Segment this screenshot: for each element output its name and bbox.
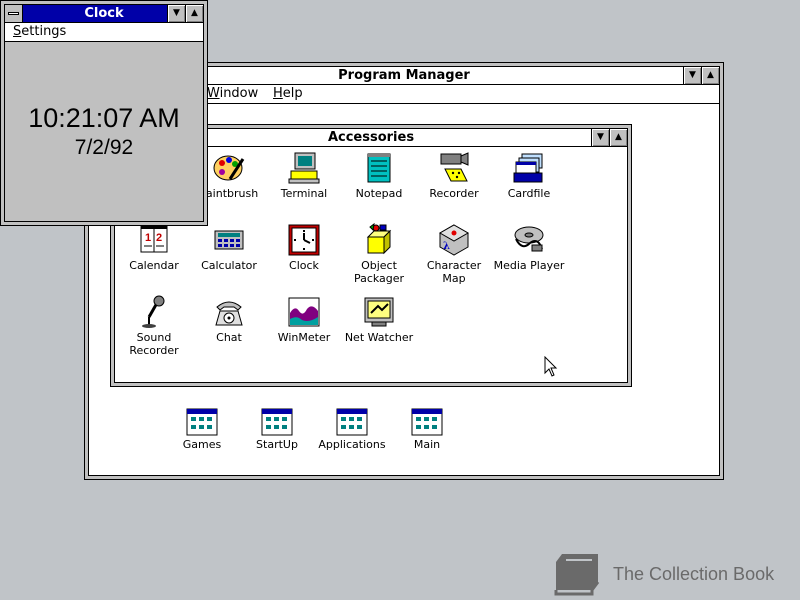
icon-label: WinMeter (277, 331, 331, 344)
icon-notepad[interactable]: Notepad (339, 151, 419, 200)
program-group-icon (411, 408, 443, 436)
icon-label: Character Map (426, 259, 482, 285)
icon-calculator[interactable]: Calculator (189, 223, 269, 272)
clock-menubar: Settings (5, 23, 203, 42)
group-applications[interactable]: Applications (312, 408, 392, 451)
character-map-icon: λ (438, 224, 470, 256)
icon-object-packager[interactable]: Object Packager (339, 223, 419, 285)
group-games[interactable]: Games (162, 408, 242, 451)
winmeter-icon (288, 297, 320, 327)
icon-label: Calculator (201, 259, 257, 272)
program-group-icon (336, 408, 368, 436)
acc-minimize-button[interactable]: ▼ (591, 129, 609, 146)
menu-window[interactable]: Window (207, 86, 258, 101)
clock-maximize-button[interactable]: ▲ (185, 5, 203, 22)
net-watcher-icon (364, 297, 394, 327)
icon-label: Object Packager (353, 259, 405, 285)
group-label: Games (182, 438, 222, 451)
icon-calendar[interactable]: 12 Calendar (114, 223, 194, 272)
icon-label: Net Watcher (344, 331, 414, 344)
clock-titlebar[interactable]: Clock ▼ ▲ (5, 5, 203, 23)
icon-recorder[interactable]: Recorder (414, 151, 494, 200)
icon-label: Notepad (355, 187, 403, 200)
icon-chat[interactable]: Chat (189, 295, 269, 344)
icon-winmeter[interactable]: WinMeter (264, 295, 344, 344)
pm-minimize-button[interactable]: ▼ (683, 67, 701, 84)
icon-label: Calendar (129, 259, 179, 272)
icon-label: Terminal (280, 187, 328, 200)
icon-label: Clock (289, 259, 319, 272)
svg-text:λ: λ (443, 241, 450, 252)
clock-display: 10:21:07 AM 7/2/92 (5, 42, 203, 221)
icon-label: Media Player (493, 259, 565, 272)
icon-character-map[interactable]: λ Character Map (414, 223, 494, 285)
pm-maximize-button[interactable]: ▲ (701, 67, 719, 84)
icon-label: Cardfile (507, 187, 551, 200)
notepad-icon (367, 153, 391, 183)
icon-net-watcher[interactable]: Net Watcher (339, 295, 419, 344)
icon-label: Chat (216, 331, 242, 344)
group-label: Main (413, 438, 441, 451)
calculator-icon (214, 230, 244, 250)
icon-label: Sound Recorder (129, 331, 179, 357)
icon-media-player[interactable]: Media Player (489, 223, 569, 272)
clock-time: 10:21:07 AM (28, 103, 180, 133)
svg-text:1: 1 (145, 232, 151, 244)
menu-help[interactable]: Help (273, 86, 303, 101)
book-icon (554, 554, 600, 596)
icon-label: Recorder (429, 187, 479, 200)
mouse-pointer-icon (544, 356, 558, 377)
recorder-icon (440, 152, 469, 182)
acc-maximize-button[interactable]: ▲ (609, 129, 627, 146)
program-group-icon (186, 408, 218, 436)
watermark: The Collection Book (548, 550, 798, 598)
clock-minimize-button[interactable]: ▼ (167, 5, 185, 22)
clock-icon (288, 224, 320, 256)
clock-date: 7/2/92 (74, 136, 134, 159)
media-player-icon (514, 226, 544, 252)
group-main[interactable]: Main (387, 408, 467, 451)
paintbrush-icon (213, 155, 245, 181)
clock-window: Clock ▼ ▲ Settings 10:21:07 AM 7/2/92 (0, 0, 208, 226)
calendar-icon: 12 (140, 225, 168, 253)
microphone-icon (142, 295, 165, 328)
group-label: StartUp (256, 438, 298, 451)
icon-cardfile[interactable]: Cardfile (489, 151, 569, 200)
terminal-icon (288, 152, 320, 184)
telephone-icon (215, 301, 243, 326)
icon-clock[interactable]: Clock (264, 223, 344, 272)
cardfile-icon (513, 153, 543, 183)
program-group-icon (261, 408, 293, 436)
icon-terminal[interactable]: Terminal (264, 151, 344, 200)
icon-sound-recorder[interactable]: Sound Recorder (114, 295, 194, 357)
group-startup[interactable]: StartUp (237, 408, 317, 451)
svg-text:2: 2 (156, 232, 162, 244)
watermark-text: The Collection Book (613, 564, 775, 584)
object-packager-icon (366, 223, 392, 255)
menu-settings[interactable]: Settings (13, 24, 66, 39)
group-label: Applications (318, 438, 386, 451)
